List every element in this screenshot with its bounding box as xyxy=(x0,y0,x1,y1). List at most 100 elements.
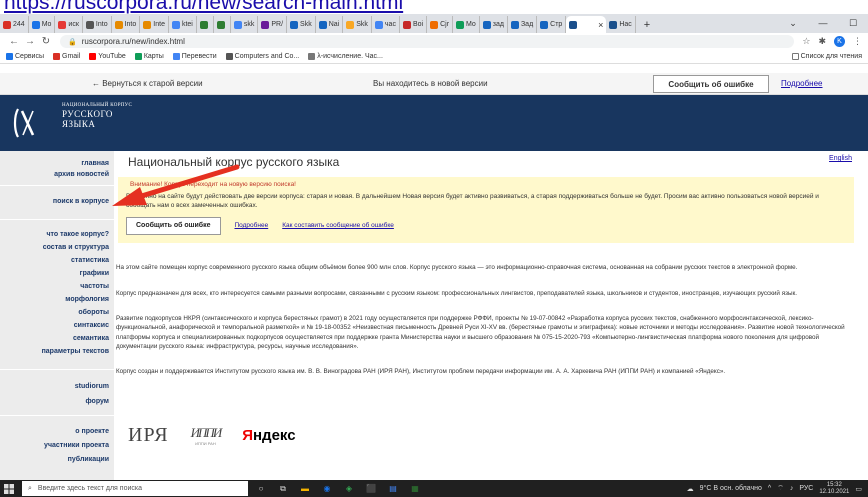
forward-arrow-icon[interactable]: → xyxy=(22,36,38,47)
browser-tab[interactable]: Into xyxy=(83,16,112,33)
sidebar-item-semantics[interactable]: семантика xyxy=(73,335,109,342)
corpus-logo-text[interactable]: НАЦИОНАЛЬНЫЙ КОРПУС РУССКОГО ЯЗЫКА xyxy=(62,103,132,129)
browser-tab[interactable]: иск xyxy=(55,16,83,33)
sidebar-item-freq[interactable]: частоты xyxy=(80,283,109,290)
sidebar-item-stats[interactable]: статистика xyxy=(71,257,109,264)
url-field[interactable]: 🔒 ruscorpora.ru/new/index.html xyxy=(60,35,795,48)
sidebar-item-forum[interactable]: форум xyxy=(86,398,109,405)
browser-tab[interactable]: Nai xyxy=(316,16,344,33)
sidebar-item-turns[interactable]: обороты xyxy=(78,309,109,316)
sidebar-item-publications[interactable]: публикации xyxy=(68,456,109,463)
browser-tab[interactable]: зад xyxy=(480,16,508,33)
browser-tab[interactable]: час xyxy=(372,16,400,33)
reading-list-button[interactable]: Список для чтения xyxy=(791,53,862,60)
bookmark-item[interactable]: Сервисы xyxy=(6,53,44,60)
menu-kebab-icon[interactable]: ⋮ xyxy=(853,36,862,47)
tray-chevron-icon[interactable]: ^ xyxy=(768,485,771,492)
ippi-logo[interactable]: ИППИ ИППИ РАН xyxy=(191,425,223,446)
word-icon[interactable]: ▤ xyxy=(384,483,402,495)
sidebar-item-search[interactable]: поиск в корпусе xyxy=(53,198,109,205)
browser-tab[interactable]: PR/ xyxy=(258,16,288,33)
tab-label: Skk xyxy=(300,21,312,28)
browser-tab[interactable]: Boi xyxy=(400,16,428,33)
bookmark-item[interactable]: Перевести xyxy=(172,53,217,60)
task-view-icon[interactable]: ⧉ xyxy=(274,483,292,495)
bookmark-star-icon[interactable]: ☆ xyxy=(802,36,810,47)
bookmark-item[interactable]: Карты xyxy=(134,53,164,60)
browser-tab[interactable]: Skk xyxy=(343,16,372,33)
tab-favicon-icon xyxy=(569,20,578,29)
tab-search-icon[interactable]: ⌄ xyxy=(778,18,808,29)
sidebar-item-studiorum[interactable]: studiorum xyxy=(75,383,109,390)
excel-icon[interactable]: ▦ xyxy=(406,483,424,495)
browser-tab[interactable]: skk xyxy=(231,16,259,33)
sidebar-item-what[interactable]: что такое корпус? xyxy=(46,231,109,238)
browser-tab[interactable]: Зад xyxy=(508,16,538,33)
more-info-link[interactable]: Подробнее xyxy=(781,79,823,88)
bookmark-label: Перевести xyxy=(181,53,217,60)
bookmark-label: Computers and Co... xyxy=(234,53,300,60)
browser-tab-active[interactable]: × xyxy=(566,16,607,33)
browser-tab[interactable]: Нас xyxy=(606,16,636,33)
browser-tab[interactable]: Mo xyxy=(29,16,56,33)
bookmark-item[interactable]: Gmail xyxy=(53,53,80,60)
weather-text[interactable]: 9°C В осн. облачно xyxy=(700,485,762,492)
notice-report-button[interactable]: Сообщить об ошибке xyxy=(126,216,221,235)
minimize-icon[interactable]: — xyxy=(808,18,838,29)
weather-icon[interactable]: ☁ xyxy=(687,485,694,493)
tab-favicon-icon xyxy=(199,20,208,29)
volume-icon[interactable]: ♪ xyxy=(790,485,794,492)
maximize-icon[interactable]: ☐ xyxy=(838,18,868,29)
sidebar-item-participants[interactable]: участники проекта xyxy=(44,442,109,449)
sidebar-item-main[interactable]: главная xyxy=(81,160,109,167)
telegram-icon[interactable]: ◈ xyxy=(340,483,358,495)
browser-tab[interactable]: ktei xyxy=(169,16,197,33)
sidebar-item-params[interactable]: параметры текстов xyxy=(42,348,109,355)
notifications-icon[interactable]: ▭ xyxy=(855,485,862,493)
back-to-old-version-link[interactable]: ← Вернуться к старой версии xyxy=(92,79,203,88)
acrobat-icon[interactable]: ⬛ xyxy=(362,483,380,495)
network-icon[interactable]: ⌔ xyxy=(777,484,784,493)
yandex-logo-rest: ндекс xyxy=(253,426,296,444)
sidebar-item-graphs[interactable]: графики xyxy=(80,270,109,277)
browser-tab[interactable]: 244 xyxy=(0,16,29,33)
sidebar-item-structure[interactable]: состав и структура xyxy=(43,244,109,251)
language-indicator[interactable]: РУС xyxy=(799,485,813,492)
browser-tab[interactable]: Стр xyxy=(537,16,567,33)
cortana-icon[interactable]: ○ xyxy=(252,483,270,495)
bookmark-item[interactable]: λ-исчисление. Час... xyxy=(308,53,383,60)
browser-tab[interactable] xyxy=(197,16,214,33)
taskbar-clock[interactable]: 15:32 12.10.2021 xyxy=(819,482,849,495)
browser-tab[interactable]: Mo xyxy=(453,16,480,33)
english-link[interactable]: English xyxy=(829,155,852,162)
file-explorer-icon[interactable]: ▬ xyxy=(296,483,314,495)
profile-avatar[interactable]: K xyxy=(834,36,845,47)
chrome-icon[interactable]: ◉ xyxy=(318,483,336,495)
sidebar-item-about[interactable]: о проекте xyxy=(75,428,109,435)
bookmark-item[interactable]: Computers and Co... xyxy=(225,53,300,60)
bookmark-item[interactable]: YouTube xyxy=(89,53,126,60)
irya-logo[interactable]: ИРЯ xyxy=(128,424,169,447)
back-arrow-icon[interactable]: ← xyxy=(6,36,22,47)
notice-howto-link[interactable]: Как составить сообщение об ошибке xyxy=(282,222,394,229)
windows-start-icon[interactable] xyxy=(0,483,18,494)
sidebar-item-syntax[interactable]: синтаксис xyxy=(74,322,109,329)
browser-tab[interactable]: Skk xyxy=(287,16,316,33)
notice-more-link[interactable]: Подробнее xyxy=(235,222,269,229)
yandex-logo[interactable]: Яндекс xyxy=(242,427,295,444)
browser-tab[interactable]: Cjr xyxy=(427,16,454,33)
tab-favicon-icon xyxy=(482,20,491,29)
extensions-icon[interactable]: ✱ xyxy=(818,36,826,47)
browser-tab[interactable]: Into xyxy=(112,16,141,33)
browser-tab[interactable] xyxy=(214,16,231,33)
new-tab-button[interactable]: + xyxy=(636,16,658,33)
taskbar-search-input[interactable]: ⌕ Введите здесь текст для поиска xyxy=(22,481,248,496)
browser-tab[interactable]: Inte xyxy=(140,16,169,33)
sidebar-item-morph[interactable]: морфология xyxy=(65,296,109,303)
corpus-logo-icon[interactable] xyxy=(8,103,40,143)
tab-close-icon[interactable]: × xyxy=(598,20,603,30)
sidebar-item-news[interactable]: архив новостей xyxy=(54,171,109,178)
reload-icon[interactable]: ↻ xyxy=(38,36,54,47)
tab-favicon-icon xyxy=(143,20,152,29)
report-error-button[interactable]: Сообщить об ошибке xyxy=(653,75,769,93)
